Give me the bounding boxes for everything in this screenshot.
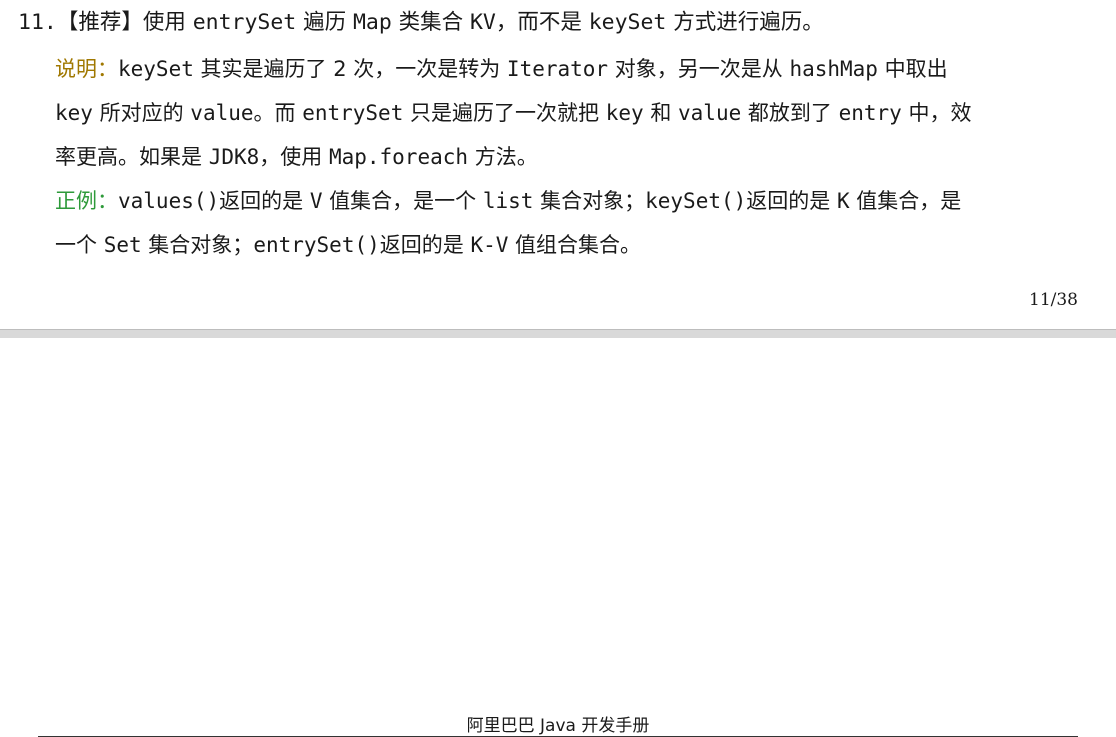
code-term: value bbox=[678, 101, 742, 125]
page-header-title: 阿里巴巴 Java 开发手册 bbox=[466, 716, 650, 736]
code-term: K bbox=[836, 189, 850, 213]
code-term: Map.foreach bbox=[328, 145, 469, 169]
rule-text: 遍历 bbox=[296, 10, 353, 35]
code-term: Map bbox=[352, 10, 392, 35]
code-term: JDK8 bbox=[208, 145, 260, 169]
code-term: KV bbox=[469, 10, 496, 35]
code-term: values() bbox=[118, 189, 220, 213]
rule-text: 类集合 bbox=[391, 10, 470, 35]
rule-number: 11. bbox=[18, 10, 57, 35]
code-term: key bbox=[605, 101, 644, 125]
example-text: 返回的是 bbox=[379, 233, 471, 257]
rule-text: ，而不是 bbox=[495, 10, 589, 35]
example-line-1: 正例：values()返回的是 V 值集合，是一个 list 集合对象；keyS… bbox=[55, 186, 961, 216]
rule-heading: 11.【推荐】使用 entrySet 遍历 Map 类集合 KV，而不是 key… bbox=[18, 8, 824, 38]
note-text: 中取出 bbox=[877, 57, 948, 81]
example-text: 返回的是 bbox=[746, 189, 837, 213]
example-text: 集合对象； bbox=[533, 189, 646, 213]
note-line-2: key 所对应的 value。而 entrySet 只是遍历了一次就把 key … bbox=[55, 98, 972, 128]
example-text: 一个 bbox=[55, 233, 104, 257]
example-text: 值组合集合。 bbox=[508, 233, 642, 257]
rule-text: 使用 bbox=[142, 10, 193, 35]
note-text: 只是遍历了一次就把 bbox=[403, 101, 606, 125]
note-text: 其实是遍历了 2 次，一次是转为 bbox=[193, 57, 507, 81]
note-text: 。而 bbox=[253, 101, 303, 125]
note-text: 率更高。如果是 bbox=[55, 145, 209, 169]
code-term: key bbox=[55, 101, 93, 125]
code-term: entrySet bbox=[302, 101, 404, 125]
note-text: 都放到了 bbox=[741, 101, 839, 125]
code-term: entrySet() bbox=[253, 233, 380, 257]
document-page: 11.【推荐】使用 entrySet 遍历 Map 类集合 KV，而不是 key… bbox=[0, 0, 1116, 330]
page-separator bbox=[0, 329, 1116, 338]
code-term: Iterator bbox=[506, 57, 609, 81]
note-text: 方法。 bbox=[468, 145, 538, 169]
example-text: 集合对象； bbox=[141, 233, 254, 257]
example-text: 值集合，是 bbox=[849, 189, 962, 213]
note-text: 对象，另一次是从 bbox=[608, 57, 790, 81]
code-term: Set bbox=[103, 233, 142, 257]
code-term: K-V bbox=[470, 233, 509, 257]
code-term: hashMap bbox=[789, 57, 878, 81]
example-text: 返回的是 bbox=[219, 189, 310, 213]
code-term: value bbox=[190, 101, 254, 125]
code-term: list bbox=[482, 189, 534, 213]
note-text: ，使用 bbox=[259, 145, 329, 169]
page-number: 11/38 bbox=[1029, 290, 1078, 310]
code-term: keySet bbox=[118, 57, 194, 81]
note-text: 中，效 bbox=[901, 101, 972, 125]
code-term: V bbox=[309, 189, 323, 213]
note-label: 说明： bbox=[55, 57, 118, 81]
code-term: entrySet bbox=[192, 10, 297, 35]
note-line-3: 率更高。如果是 JDK8，使用 Map.foreach 方法。 bbox=[55, 142, 538, 172]
next-page: 阿里巴巴 Java 开发手册 bbox=[0, 338, 1116, 737]
example-text: 值集合，是一个 bbox=[322, 189, 483, 213]
note-text: 所对应的 bbox=[92, 101, 191, 125]
code-term: keySet bbox=[588, 10, 667, 35]
note-text: 和 bbox=[643, 101, 679, 125]
code-term: keySet() bbox=[645, 189, 747, 213]
rule-text: 方式进行遍历。 bbox=[666, 10, 824, 35]
example-line-2: 一个 Set 集合对象；entrySet()返回的是 K-V 值组合集合。 bbox=[55, 230, 641, 260]
rule-tag: 【推荐】 bbox=[56, 10, 143, 35]
code-term: entry bbox=[838, 101, 902, 125]
example-label: 正例： bbox=[55, 189, 118, 213]
note-line-1: 说明：keySet 其实是遍历了 2 次，一次是转为 Iterator 对象，另… bbox=[55, 54, 948, 84]
